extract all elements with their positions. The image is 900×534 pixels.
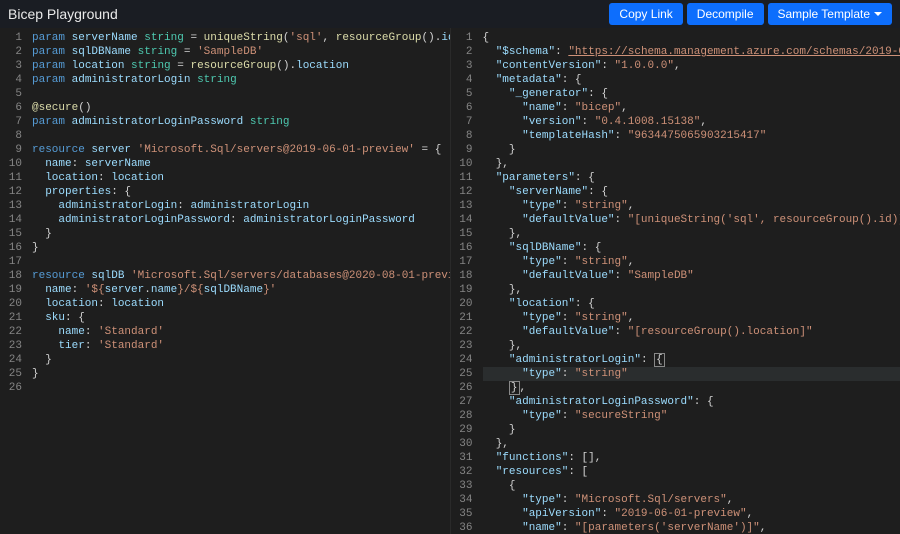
editor-split: 1234567891011121314151617181920212223242…: [0, 28, 900, 534]
sample-template-button[interactable]: Sample Template: [768, 3, 893, 25]
page-title: Bicep Playground: [8, 6, 609, 22]
bicep-editor-pane[interactable]: 1234567891011121314151617181920212223242…: [0, 28, 451, 534]
bicep-gutter: 1234567891011121314151617181920212223242…: [0, 28, 32, 534]
json-code[interactable]: { "$schema": "https://schema.management.…: [483, 28, 900, 534]
json-editor-pane[interactable]: 1234567891011121314151617181920212223242…: [451, 28, 900, 534]
chevron-down-icon: [874, 12, 882, 16]
json-gutter: 1234567891011121314151617181920212223242…: [451, 28, 483, 534]
bicep-code[interactable]: param serverName string = uniqueString('…: [32, 28, 450, 534]
copy-link-button[interactable]: Copy Link: [609, 3, 682, 25]
decompile-button[interactable]: Decompile: [687, 3, 764, 25]
header-buttons: Copy Link Decompile Sample Template: [609, 3, 892, 25]
sample-template-label: Sample Template: [778, 7, 871, 21]
app-header: Bicep Playground Copy Link Decompile Sam…: [0, 0, 900, 28]
